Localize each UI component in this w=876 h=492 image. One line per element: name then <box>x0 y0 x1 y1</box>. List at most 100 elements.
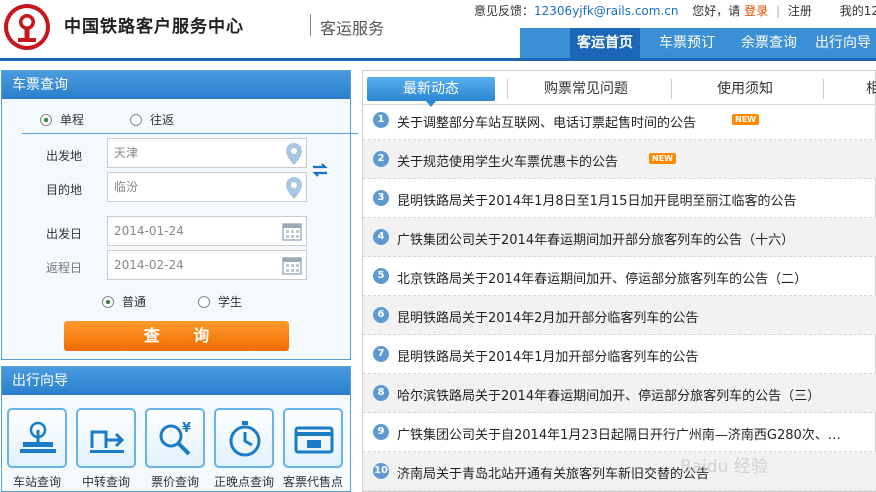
depart-date-label: 出发日 <box>46 227 83 241</box>
site-header: 中国铁路客户服务中心 客运服务 意见反馈：12306yjfk@rails.com… <box>0 0 876 58</box>
ticket-agency-label[interactable]: 客票代售点 <box>275 473 351 490</box>
news-title[interactable]: 关于调整部分车站互联网、电话订票起售时间的公告 <box>397 112 696 131</box>
round-trip-radio-dot <box>130 114 142 126</box>
swap-stations-icon[interactable] <box>311 160 329 183</box>
to-label: 目的地 <box>46 183 83 197</box>
calendar-icon[interactable] <box>282 255 302 285</box>
from-station-value: 天津 <box>114 146 139 160</box>
tab-related[interactable]: 相 <box>863 77 876 101</box>
station-query-label[interactable]: 车站查询 <box>0 473 75 490</box>
one-way-radio-dot <box>40 114 52 126</box>
news-title[interactable]: 昆明铁路局关于2014年1月加开部分临客列车的公告 <box>397 346 698 365</box>
passenger-normal-label: 普通 <box>122 295 147 309</box>
depart-date-input[interactable]: 2014-01-24 <box>107 216 307 246</box>
depart-date-value: 2014-01-24 <box>114 224 184 238</box>
passenger-normal-radio[interactable]: 普通 <box>102 293 146 310</box>
news-title[interactable]: 广铁集团公司关于自2014年1月23日起隔日开行广州南—济南西G280次、… <box>397 424 841 443</box>
passenger-student-label: 学生 <box>218 295 243 309</box>
top-utility-bar: 意见反馈：12306yjfk@rails.com.cn 您好，请 登录 | 注册… <box>474 2 876 19</box>
title-divider <box>310 14 311 36</box>
transfer-query-label[interactable]: 中转查询 <box>68 473 144 490</box>
location-pin-icon[interactable] <box>286 177 302 209</box>
passenger-student-radio-dot <box>198 296 210 308</box>
news-item[interactable]: 9 广铁集团公司关于自2014年1月23日起隔日开行广州南—济南西G280次、… <box>363 413 876 452</box>
ticket-agency-icon <box>294 426 334 454</box>
tab-divider <box>823 79 824 99</box>
news-title[interactable]: 关于规范使用学生火车票优惠卡的公告 <box>397 151 618 170</box>
tab-ticket-faq[interactable]: 购票常见问题 <box>511 77 661 101</box>
to-station-value: 临汾 <box>114 180 139 194</box>
station-icon <box>20 421 56 453</box>
nav-tab-guide[interactable]: 出行向导 <box>810 28 876 58</box>
clock-icon <box>229 421 261 457</box>
my-account-link[interactable]: 我的123 <box>840 4 876 18</box>
ticket-query-title: 车票查询 <box>2 71 350 99</box>
news-title[interactable]: 济南局关于青岛北站开通有关旅客列车新旧交替的公告 <box>397 463 709 482</box>
fare-query-tile[interactable]: ¥ <box>145 408 205 468</box>
news-title[interactable]: 哈尔滨铁路局关于2014年春运期间加开、停运部分旅客列车的公告（三） <box>397 385 820 404</box>
news-title[interactable]: 昆明铁路局关于2014年1月8日至1月15日加开昆明至丽江临客的公告 <box>397 190 796 209</box>
register-link[interactable]: 注册 <box>788 4 812 18</box>
news-number: 6 <box>373 307 389 323</box>
header-underline <box>0 58 876 61</box>
fare-query-label[interactable]: 票价查询 <box>137 473 213 490</box>
news-title[interactable]: 昆明铁路局关于2014年2月加开部分临客列车的公告 <box>397 307 698 326</box>
site-name: 中国铁路客户服务中心 <box>64 17 244 37</box>
news-item[interactable]: 4 广铁集团公司关于2014年春运期间加开部分旅客列车的公告（十六） <box>363 218 876 257</box>
news-title[interactable]: 广铁集团公司关于2014年春运期间加开部分旅客列车的公告（十六） <box>397 229 794 248</box>
return-date-label: 返程日 <box>46 261 83 275</box>
punctuality-query-tile[interactable] <box>214 408 274 468</box>
watermark: Baidu 经验 <box>680 457 768 477</box>
nav-tab-home[interactable]: 客运首页 <box>570 28 640 58</box>
new-badge: NEW <box>649 153 676 164</box>
new-badge: NEW <box>732 114 759 125</box>
round-trip-radio[interactable]: 往返 <box>130 111 174 128</box>
news-tabs: 最新动态 购票常见问题 使用须知 相 <box>363 71 876 107</box>
ticket-agency-tile[interactable] <box>283 408 343 468</box>
news-item[interactable]: 8 哈尔滨铁路局关于2014年春运期间加开、停运部分旅客列车的公告（三） <box>363 374 876 413</box>
from-station-input[interactable]: 天津 <box>107 138 307 168</box>
nav-tab-booking[interactable]: 车票预订 <box>648 28 726 58</box>
news-item[interactable]: 5 北京铁路局关于2014年春运期间加开、停运部分旅客列车的公告（二） <box>363 257 876 296</box>
round-trip-label: 往返 <box>150 113 175 127</box>
railway-logo[interactable] <box>4 4 50 50</box>
tab-latest-news[interactable]: 最新动态 <box>367 77 495 107</box>
from-label: 出发地 <box>46 149 83 163</box>
news-item[interactable]: 6 昆明铁路局关于2014年2月加开部分临客列车的公告 <box>363 296 876 335</box>
query-button[interactable]: 查 询 <box>64 321 289 351</box>
to-station-input[interactable]: 临汾 <box>107 172 307 202</box>
transfer-query-tile[interactable] <box>76 408 136 468</box>
news-item[interactable]: 7 昆明铁路局关于2014年1月加开部分临客列车的公告 <box>363 335 876 374</box>
news-number: 5 <box>373 268 389 284</box>
news-number: 2 <box>373 151 389 167</box>
feedback-email-link[interactable]: 12306yjfk@rails.com.cn <box>534 4 678 18</box>
return-date-value: 2014-02-24 <box>114 258 184 272</box>
calendar-icon[interactable] <box>282 221 302 251</box>
news-title[interactable]: 北京铁路局关于2014年春运期间加开、停运部分旅客列车的公告（二） <box>397 268 807 287</box>
site-subtitle: 客运服务 <box>320 19 385 38</box>
svg-text:¥: ¥ <box>182 421 191 436</box>
login-link[interactable]: 登录 <box>744 4 768 18</box>
news-item[interactable]: 10 济南局关于青岛北站开通有关旅客列车新旧交替的公告 <box>363 452 876 491</box>
nav-tab-remaining[interactable]: 余票查询 <box>730 28 808 58</box>
passenger-student-radio[interactable]: 学生 <box>198 293 242 310</box>
passenger-normal-radio-dot <box>102 296 114 308</box>
tab-divider <box>671 79 672 99</box>
tab-divider <box>507 79 508 99</box>
travel-guide-title: 出行向导 <box>2 367 350 395</box>
news-item[interactable]: 1 关于调整部分车站互联网、电话订票起售时间的公告 NEW <box>363 101 876 140</box>
one-way-radio[interactable]: 单程 <box>40 111 84 128</box>
fare-icon: ¥ <box>159 421 191 456</box>
location-pin-icon[interactable] <box>286 143 302 175</box>
tab-usage-notes[interactable]: 使用须知 <box>675 77 815 101</box>
station-query-tile[interactable] <box>7 408 67 468</box>
news-number: 3 <box>373 190 389 206</box>
return-date-input[interactable]: 2014-02-24 <box>107 250 307 280</box>
news-number: 8 <box>373 385 389 401</box>
news-item[interactable]: 2 关于规范使用学生火车票优惠卡的公告 NEW <box>363 140 876 179</box>
punctuality-query-label[interactable]: 正晚点查询 <box>206 473 282 490</box>
trip-type-divider <box>22 133 358 134</box>
news-number: 4 <box>373 229 389 245</box>
news-item[interactable]: 3 昆明铁路局关于2014年1月8日至1月15日加开昆明至丽江临客的公告 <box>363 179 876 218</box>
news-number: 10 <box>373 463 389 479</box>
